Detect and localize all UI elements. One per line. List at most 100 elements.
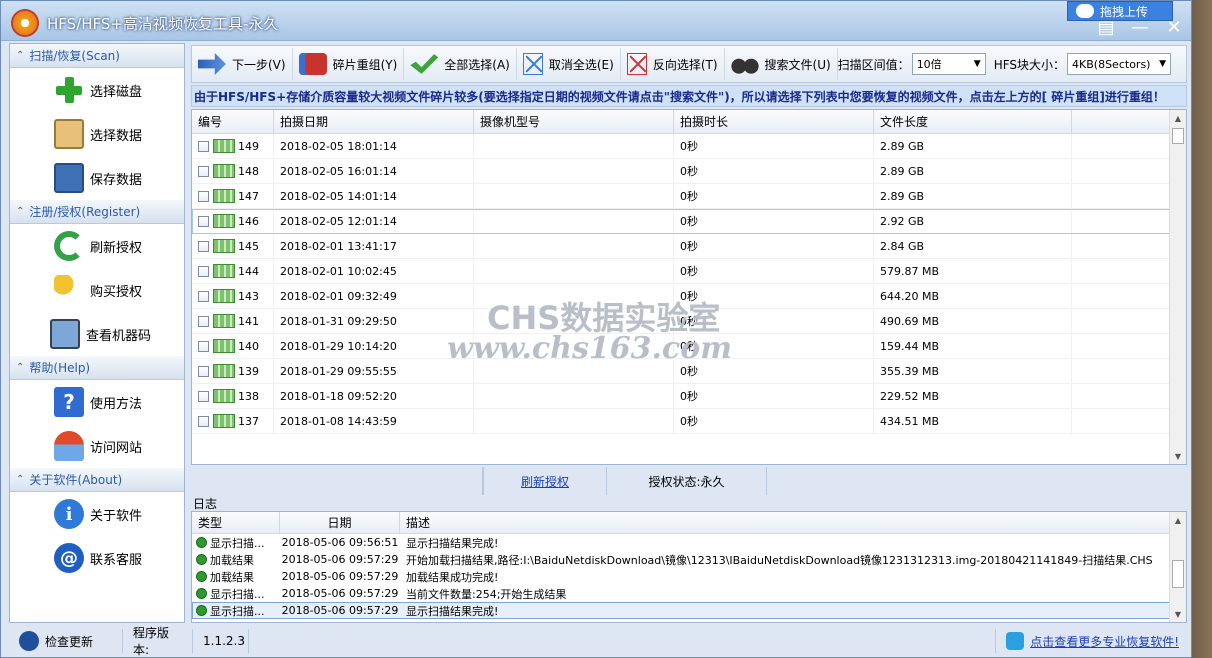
select-disk-button[interactable]: 选择磁盘 bbox=[10, 68, 184, 112]
more-software-link[interactable]: 点击查看更多专业恢复软件! bbox=[1030, 633, 1179, 650]
log-scrollbar[interactable]: ▲ ▼ bbox=[1169, 512, 1186, 622]
table-row[interactable]: 139 2018-01-29 09:55:55 0秒 355.39 MB bbox=[192, 359, 1186, 384]
table-row[interactable]: 138 2018-01-18 09:52:20 0秒 229.52 MB bbox=[192, 384, 1186, 409]
select-data-button[interactable]: 选择数据 bbox=[10, 112, 184, 156]
more-software-link-box[interactable]: 点击查看更多专业恢复软件! bbox=[995, 629, 1189, 653]
row-date: 2018-02-05 12:01:14 bbox=[274, 209, 474, 233]
buy-license-button[interactable]: 购买授权 bbox=[10, 268, 184, 312]
deselect-all-button[interactable]: 取消全选(E) bbox=[517, 48, 621, 80]
refresh-license-button[interactable]: 刷新授权 bbox=[10, 224, 184, 268]
row-checkbox[interactable] bbox=[198, 290, 209, 302]
visit-website-button[interactable]: 访问网站 bbox=[10, 424, 184, 468]
hfs-block-size-select[interactable]: 4KB(8Sectors) ▼ bbox=[1067, 53, 1172, 75]
scroll-thumb[interactable] bbox=[1172, 560, 1184, 588]
log-row[interactable]: 显示扫描... 2018-05-06 09:57:29 显示扫描结果完成! bbox=[192, 602, 1186, 619]
menu-icon[interactable]: ▤ bbox=[1091, 15, 1121, 39]
group-help-header[interactable]: ⌃ 帮助(Help) bbox=[10, 356, 184, 380]
table-row[interactable]: 147 2018-02-05 14:01:14 0秒 2.89 GB bbox=[192, 184, 1186, 209]
table-row[interactable]: 146 2018-02-05 12:01:14 0秒 2.92 GB bbox=[192, 209, 1186, 234]
row-duration: 0秒 bbox=[674, 359, 874, 383]
table-row[interactable]: 143 2018-02-01 09:32:49 0秒 644.20 MB bbox=[192, 284, 1186, 309]
row-id: 149 bbox=[238, 139, 259, 153]
log-row[interactable]: 加载结果 2018-05-06 09:57:29 加载结果成功完成! bbox=[192, 568, 1186, 585]
scroll-up-icon[interactable]: ▲ bbox=[1170, 110, 1186, 126]
puzzle-icon bbox=[298, 53, 327, 75]
row-date: 2018-02-01 09:32:49 bbox=[274, 284, 474, 308]
row-checkbox[interactable] bbox=[198, 365, 209, 377]
check-update-button[interactable]: 检查更新 bbox=[9, 629, 123, 653]
column-header-id[interactable]: 编号 bbox=[192, 110, 274, 133]
row-checkbox[interactable] bbox=[198, 240, 209, 252]
next-step-button[interactable]: 下一步(V) bbox=[192, 48, 293, 80]
video-file-icon bbox=[213, 414, 235, 428]
row-checkbox[interactable] bbox=[198, 140, 209, 152]
column-header-size[interactable]: 文件长度 bbox=[874, 110, 1072, 133]
row-duration: 0秒 bbox=[674, 159, 874, 183]
table-row[interactable]: 148 2018-02-05 16:01:14 0秒 2.89 GB bbox=[192, 159, 1186, 184]
column-header-date[interactable]: 拍摄日期 bbox=[274, 110, 474, 133]
group-about-header[interactable]: ⌃ 关于软件(About) bbox=[10, 468, 184, 492]
table-row[interactable]: 141 2018-01-31 09:29:50 0秒 490.69 MB bbox=[192, 309, 1186, 334]
group-register-header[interactable]: ⌃ 注册/授权(Register) bbox=[10, 200, 184, 224]
info-status-icon bbox=[196, 605, 207, 616]
fragment-reassemble-button[interactable]: 碎片重组(Y) bbox=[293, 48, 405, 80]
log-row[interactable]: 显示扫描... 2018-05-06 09:57:29 当前文件数量:254;开始生… bbox=[192, 585, 1186, 602]
scroll-thumb[interactable] bbox=[1172, 128, 1184, 144]
table-row[interactable]: 140 2018-01-29 10:14:20 0秒 159.44 MB bbox=[192, 334, 1186, 359]
column-header-duration[interactable]: 拍摄时长 bbox=[674, 110, 874, 133]
table-row[interactable]: 145 2018-02-01 13:41:17 0秒 2.84 GB bbox=[192, 234, 1186, 259]
row-checkbox[interactable] bbox=[198, 415, 209, 427]
minimize-button[interactable]: — bbox=[1125, 15, 1155, 39]
row-checkbox[interactable] bbox=[198, 165, 209, 177]
row-id: 148 bbox=[238, 164, 259, 178]
view-machine-code-button[interactable]: 查看机器码 bbox=[10, 312, 184, 356]
log-header-type[interactable]: 类型 bbox=[192, 512, 280, 533]
group-scan-header[interactable]: ⌃ 扫描/恢复(Scan) bbox=[10, 44, 184, 68]
select-all-button[interactable]: 全部选择(A) bbox=[404, 48, 517, 80]
row-size: 579.87 MB bbox=[874, 259, 1072, 283]
contact-support-button[interactable]: @ 联系客服 bbox=[10, 536, 184, 580]
log-type: 显示扫描... bbox=[210, 604, 265, 618]
about-software-button[interactable]: i 关于软件 bbox=[10, 492, 184, 536]
close-button[interactable]: ✕ bbox=[1159, 15, 1189, 39]
invert-selection-button[interactable]: 反向选择(T) bbox=[621, 48, 725, 80]
row-checkbox[interactable] bbox=[198, 215, 209, 227]
row-checkbox[interactable] bbox=[198, 190, 209, 202]
refresh-license-link[interactable]: 刷新授权 bbox=[521, 473, 569, 490]
usage-guide-button[interactable]: ? 使用方法 bbox=[10, 380, 184, 424]
save-data-button[interactable]: 保存数据 bbox=[10, 156, 184, 200]
log-row[interactable]: 显示扫描... 2018-05-06 09:56:51 显示扫描结果完成! bbox=[192, 534, 1186, 551]
log-table-header: 类型 日期 描述 bbox=[192, 512, 1186, 534]
search-files-button[interactable]: 搜索文件(U) bbox=[725, 48, 838, 80]
title-bar[interactable]: HFS/HFS+高清视频恢复工具-永久 拖拽上传 ▤ — ✕ bbox=[1, 1, 1191, 41]
row-checkbox[interactable] bbox=[198, 390, 209, 402]
table-row[interactable]: 149 2018-02-05 18:01:14 0秒 2.89 GB bbox=[192, 134, 1186, 159]
table-row[interactable]: 137 2018-01-08 14:43:59 0秒 434.51 MB bbox=[192, 409, 1186, 434]
row-checkbox[interactable] bbox=[198, 340, 209, 352]
table-row[interactable]: 144 2018-02-01 10:02:45 0秒 579.87 MB bbox=[192, 259, 1186, 284]
row-model bbox=[474, 234, 674, 258]
log-header-date[interactable]: 日期 bbox=[280, 512, 400, 533]
version-label: 程序版本: bbox=[123, 626, 193, 657]
log-body: 显示扫描... 2018-05-06 09:56:51 显示扫描结果完成! 加载结果 2… bbox=[192, 534, 1186, 619]
scroll-down-icon[interactable]: ▼ bbox=[1170, 448, 1186, 464]
scroll-up-icon[interactable]: ▲ bbox=[1170, 512, 1186, 528]
log-section-label: 日志 bbox=[193, 497, 218, 511]
email-at-icon: @ bbox=[54, 543, 84, 573]
log-header-desc[interactable]: 描述 bbox=[400, 512, 1170, 533]
video-file-icon bbox=[213, 289, 235, 303]
row-checkbox[interactable] bbox=[198, 315, 209, 327]
log-row[interactable]: 加载结果 2018-05-06 09:57:29 开始加载扫描结果,路径:I:\Ba… bbox=[192, 551, 1186, 568]
row-id: 143 bbox=[238, 289, 259, 303]
row-checkbox[interactable] bbox=[198, 265, 209, 277]
column-header-model[interactable]: 摄像机型号 bbox=[474, 110, 674, 133]
log-date: 2018-05-06 09:57:29 bbox=[281, 604, 399, 617]
refresh-icon bbox=[54, 231, 84, 261]
scan-interval-select[interactable]: 10倍 ▼ bbox=[911, 53, 986, 75]
log-desc: 加载结果成功完成! bbox=[406, 570, 499, 584]
scroll-down-icon[interactable]: ▼ bbox=[1170, 606, 1186, 622]
row-model bbox=[474, 359, 674, 383]
binoculars-icon bbox=[730, 53, 759, 75]
table-scrollbar[interactable]: ▲ ▼ bbox=[1169, 110, 1186, 464]
log-type: 显示扫描... bbox=[210, 587, 265, 601]
